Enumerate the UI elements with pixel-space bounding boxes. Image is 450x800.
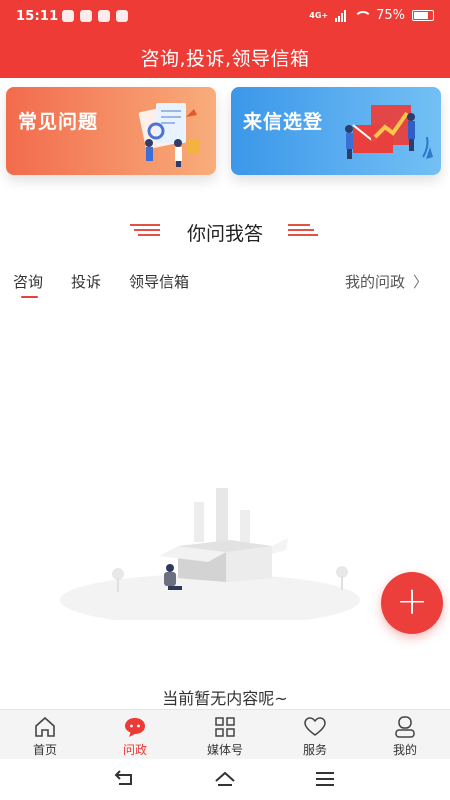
documents-illustration-icon: [138, 103, 200, 167]
tabbar-mine[interactable]: 我的: [360, 710, 450, 760]
heart-icon: [304, 717, 326, 736]
notification-icon: [62, 10, 74, 22]
tab-consult[interactable]: 咨询: [12, 271, 44, 299]
status-right: 4G+ 75%: [309, 8, 434, 23]
menu-icon[interactable]: [313, 769, 337, 789]
wifi-icon: [353, 10, 373, 22]
bottom-tab-bar: 首页 问政 媒体号 服务 我的: [0, 709, 450, 759]
selected-letters-card[interactable]: 来信选登: [231, 87, 441, 175]
chat-bubble-icon: [125, 718, 145, 737]
tabbar-media[interactable]: 媒体号: [180, 710, 270, 760]
mail-icon: [80, 10, 92, 22]
my-inquiries-link[interactable]: 我的问政〉: [345, 271, 428, 292]
network-type: 4G+: [309, 11, 329, 20]
tabbar-home-label: 首页: [32, 743, 57, 757]
battery-icon: [412, 10, 434, 21]
tabbar-media-label: 媒体号: [206, 743, 243, 757]
title-decoration-right-icon: [288, 224, 318, 239]
tabbar-service-label: 服务: [302, 743, 327, 757]
tabbar-home[interactable]: 首页: [0, 710, 90, 760]
tabbar-inquiry-label: 问政: [122, 743, 147, 757]
home-button-icon[interactable]: [213, 769, 237, 789]
home-icon: [35, 716, 55, 737]
empty-state-text: 当前暂无内容呢~: [162, 689, 288, 708]
faq-card-label: 常见问题: [18, 111, 99, 133]
app-screen: 15:11 4G+ 75% 咨询,投诉,领导信箱 常见问题 来信选登 你问我答 …: [0, 0, 450, 800]
notification-icons: [62, 10, 128, 22]
empty-box-illustration-icon: [60, 488, 360, 620]
battery-percent: 75%: [376, 8, 405, 23]
faq-card[interactable]: 常见问题: [6, 87, 216, 175]
my-inquiries-label: 我的问政: [344, 273, 405, 291]
tab-complaint[interactable]: 投诉: [70, 271, 102, 299]
add-question-button[interactable]: +: [381, 572, 443, 634]
message-icon: [116, 10, 128, 22]
section-title: 你问我答: [186, 223, 263, 245]
tabbar-mine-label: 我的: [392, 743, 417, 757]
category-tabs: 咨询 投诉 领导信箱: [12, 271, 190, 299]
user-icon: [395, 716, 415, 738]
tabbar-service[interactable]: 服务: [270, 710, 360, 760]
tabbar-inquiry[interactable]: 问政: [90, 710, 180, 760]
app-header: 15:11 4G+ 75% 咨询,投诉,领导信箱: [0, 0, 450, 78]
qa-section-header: 你问我答: [0, 217, 450, 245]
chat-notification-icon: [98, 10, 110, 22]
selected-letters-card-label: 来信选登: [243, 111, 324, 133]
status-bar: 15:11 4G+ 75%: [0, 0, 450, 34]
plus-icon: +: [396, 579, 428, 623]
envelope-chart-illustration-icon: [345, 105, 433, 159]
system-navigation-bar: [0, 759, 450, 800]
signal-icon: [335, 9, 347, 22]
status-time: 15:11: [16, 9, 59, 24]
tab-leader-mailbox[interactable]: 领导信箱: [128, 271, 190, 299]
back-icon[interactable]: [113, 769, 137, 789]
grid-icon: [215, 717, 235, 737]
chevron-right-icon: 〉: [412, 273, 428, 291]
page-title: 咨询,投诉,领导信箱: [140, 48, 310, 70]
